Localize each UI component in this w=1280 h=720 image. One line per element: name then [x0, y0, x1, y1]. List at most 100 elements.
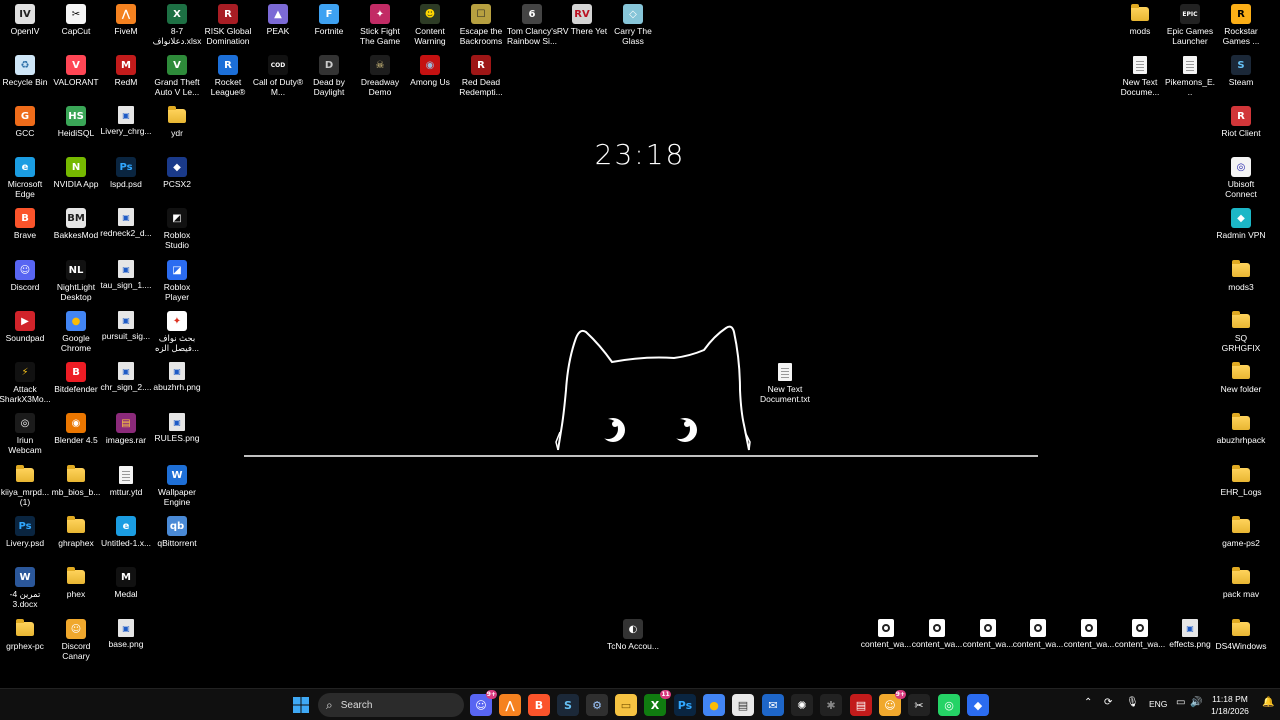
desktop-icon-riot-client[interactable]: R Riot Client: [1216, 106, 1266, 138]
desktop-icon-nvidia-app[interactable]: N NVIDIA App: [51, 157, 101, 189]
sync-icon[interactable]: ⟳: [1104, 697, 1112, 708]
desktop-icon-discord[interactable]: ☺ Discord: [0, 260, 50, 292]
desktop-icon-soundpad[interactable]: ▶ Soundpad: [0, 311, 50, 343]
desktop-icon-arabic-pdf[interactable]: ✦ بحث نواف فيصل الزه...: [152, 311, 202, 353]
desktop-icon-ubisoft-connect[interactable]: ◎ Ubisoft Connect: [1216, 157, 1266, 199]
desktop-icon-folder-ghraphex[interactable]: ghraphex: [51, 516, 101, 548]
desktop-icon-base-png[interactable]: ▣ base.png: [101, 619, 151, 649]
desktop-icon-effects-png[interactable]: ▣ effects.png: [1165, 619, 1215, 649]
desktop-icon-among-us[interactable]: ◉ Among Us: [405, 55, 455, 87]
steelseries-taskbar-icon[interactable]: ✺: [791, 694, 813, 716]
desktop-icon-folder-new-folder[interactable]: New folder: [1216, 362, 1266, 394]
xbox-taskbar-icon[interactable]: X 11: [644, 690, 671, 716]
file-explorer-taskbar-icon[interactable]: ▭: [615, 694, 637, 716]
desktop-icon-new-text-document-center[interactable]: New Text Document.txt: [760, 362, 810, 404]
desktop-icon-carry-the-glass[interactable]: ◇ Carry The Glass: [608, 4, 658, 46]
desktop-icon-folder-ds4windows[interactable]: DS4Windows: [1215, 619, 1267, 651]
desktop-icon-roblox-player[interactable]: ◪ Roblox Player: [152, 260, 202, 302]
whatsapp-taskbar-icon[interactable]: ◎: [938, 694, 960, 716]
desktop-icon-medal[interactable]: M Medal: [101, 567, 151, 599]
desktop-icon-bakkesmod[interactable]: BM BakkesMod: [51, 208, 101, 240]
desktop-icon-blender[interactable]: ◉ Blender 4.5: [51, 413, 101, 445]
search-box[interactable]: ⌕ Search: [318, 693, 464, 717]
volume-icon[interactable]: 🔊: [1190, 697, 1202, 708]
desktop-icon-folder-ydr[interactable]: ydr: [152, 106, 202, 138]
capcut-taskbar-icon[interactable]: ✂: [908, 694, 930, 716]
desktop-icon-fivem[interactable]: ⋀ FiveM: [101, 4, 151, 36]
desktop-icon-folder-game-ps2[interactable]: game-ps2: [1216, 516, 1266, 548]
desktop-icon-rocket-league[interactable]: R Rocket League®: [203, 55, 253, 97]
brave-taskbar-icon[interactable]: B: [528, 694, 550, 716]
chrome-taskbar-icon[interactable]: ●: [703, 694, 725, 716]
desktop-icon-pikemons[interactable]: Pikemons_E...: [1165, 55, 1215, 97]
desktop-icon-bitdefender[interactable]: B Bitdefender: [51, 362, 101, 394]
notification-icon[interactable]: 🔔: [1262, 697, 1274, 708]
desktop-icon-content-wa-2[interactable]: content_wa...: [912, 619, 962, 649]
desktop-icon-folder-phex[interactable]: phex: [51, 567, 101, 599]
desktop-icon-radmin-vpn[interactable]: ◆ Radmin VPN: [1216, 208, 1266, 240]
medal-taskbar-icon[interactable]: ▤: [850, 694, 872, 716]
desktop-icon-folder-mods3[interactable]: mods3: [1216, 260, 1266, 292]
desktop-icon-tau-sign[interactable]: ▣ tau_sign_1....: [100, 260, 152, 290]
desktop-icon-pcsx2[interactable]: ◆ PCSX2: [152, 157, 202, 189]
desktop-icon-abuzhrh-png[interactable]: ▣ abuzhrh.png: [152, 362, 202, 392]
desktop-icon-attack-shark[interactable]: ⚡ Attack SharkX3Mo...: [0, 362, 51, 404]
desktop[interactable]: 23:18 IV OpenIV ✂ CapCut ⋀ FiveM X 8-7 دعلانواف…: [0, 0, 1280, 688]
desktop-icon-redneck2[interactable]: ▣ redneck2_d...: [100, 208, 152, 238]
desktop-icon-rockstar-games[interactable]: R Rockstar Games ...: [1216, 4, 1266, 46]
desktop-icon-lspd-psd[interactable]: Ps lspd.psd: [101, 157, 151, 189]
fivem-taskbar-icon[interactable]: ⋀: [499, 694, 521, 716]
desktop-icon-iriun-webcam[interactable]: ◎ Iriun Webcam: [0, 413, 50, 455]
chevron-up-icon[interactable]: ⌃: [1084, 697, 1092, 708]
desktop-icon-livery-psd[interactable]: Ps Livery.psd: [0, 516, 50, 548]
mail-taskbar-icon[interactable]: ✉: [762, 694, 784, 716]
desktop-icon-folder-grphex-pc[interactable]: grphex-pc: [0, 619, 50, 651]
language-indicator[interactable]: ENG: [1149, 699, 1167, 709]
settings-taskbar-icon[interactable]: ⚙: [586, 694, 608, 716]
desktop-icon-folder-abuzhrhpack[interactable]: abuzhrhpack: [1216, 413, 1266, 445]
desktop-icon-risk-global-domination[interactable]: R RISK Global Domination: [203, 4, 253, 46]
desktop-icon-content-warning[interactable]: ☻ Content Warning: [405, 4, 455, 46]
network-icon[interactable]: ▭: [1176, 697, 1185, 708]
desktop-icon-mttur-ytd[interactable]: mttur.ytd: [101, 465, 151, 497]
desktop-icon-folder-mods[interactable]: mods: [1115, 4, 1165, 36]
desktop-icon-epic-games-launcher[interactable]: EPIC Epic Games Launcher: [1165, 4, 1215, 46]
desktop-icon-pursuit-sig[interactable]: ▣ pursuit_sig...: [101, 311, 151, 341]
desktop-icon-fortnite[interactable]: F Fortnite: [304, 4, 354, 36]
desktop-icon-escape-backrooms[interactable]: ☐ Escape the Backrooms: [456, 4, 506, 46]
discord-taskbar-icon[interactable]: ☺ 9+: [470, 690, 497, 716]
microphone-icon[interactable]: 🎙: [1126, 697, 1139, 708]
desktop-icon-nightlight-desktop[interactable]: NL NightLight Desktop: [51, 260, 101, 302]
desktop-icon-dreadway-demo[interactable]: ☠ Dreadway Demo: [355, 55, 405, 97]
desktop-icon-untitled-edge[interactable]: e Untitled-1.x...: [101, 516, 151, 548]
desktop-icon-folder-sq-grhgfix[interactable]: SQ GRHGFIX: [1216, 311, 1266, 353]
desktop-icon-discord-canary[interactable]: ☺ Discord Canary: [51, 619, 101, 661]
desktop-icon-redm[interactable]: M RedM: [101, 55, 151, 87]
desktop-icon-folder-pack-mav[interactable]: pack mav: [1216, 567, 1266, 599]
desktop-icon-recycle-bin[interactable]: ♻ Recycle Bin: [0, 55, 50, 87]
desktop-icon-qbittorrent[interactable]: qb qBittorrent: [152, 516, 202, 548]
desktop-icon-rainbow-six[interactable]: 6 Tom Clancy's Rainbow Si...: [507, 4, 557, 46]
discord-canary-taskbar-icon[interactable]: ☺ 9+: [879, 690, 906, 716]
notepad-taskbar-icon[interactable]: ▤: [732, 694, 754, 716]
steam-taskbar-icon[interactable]: S: [557, 694, 579, 716]
desktop-icon-gcc[interactable]: G GCC: [0, 106, 50, 138]
desktop-icon-red-dead-redemption[interactable]: R Red Dead Redempti...: [456, 55, 506, 97]
desktop-icon-microsoft-edge[interactable]: e Microsoft Edge: [0, 157, 50, 199]
desktop-icon-gta-v[interactable]: V Grand Theft Auto V Le...: [152, 55, 202, 97]
desktop-icon-content-wa-1[interactable]: content_wa...: [861, 619, 911, 649]
desktop-icon-peak[interactable]: ▲ PEAK: [253, 4, 303, 36]
start-button[interactable]: [290, 694, 312, 716]
desktop-icon-valorant[interactable]: V VALORANT: [51, 55, 101, 87]
desktop-icon-arabic-file-1[interactable]: X 8-7 دعلانواف.xlsx: [152, 4, 202, 46]
desktop-icon-stick-fight[interactable]: ✦ Stick Fight The Game: [355, 4, 405, 46]
desktop-icon-rules-png[interactable]: ▣ RULES.png: [152, 413, 202, 443]
desktop-icon-call-of-duty[interactable]: COD Call of Duty® M...: [253, 55, 303, 97]
desktop-icon-google-chrome[interactable]: ● Google Chrome: [51, 311, 101, 353]
desktop-icon-folder-mb-bios[interactable]: mb_bios_b...: [51, 465, 101, 497]
desktop-icon-arabic-docx[interactable]: W تمرين 4-3.docx: [0, 567, 50, 609]
desktop-icon-livery-chrg[interactable]: ▣ Livery_chrg...: [100, 106, 152, 136]
desktop-icon-heidisql[interactable]: HS HeidiSQL: [51, 106, 101, 138]
desktop-icon-new-text-document-right[interactable]: New Text Docume...: [1115, 55, 1165, 97]
desktop-icon-content-wa-3[interactable]: content_wa...: [963, 619, 1013, 649]
